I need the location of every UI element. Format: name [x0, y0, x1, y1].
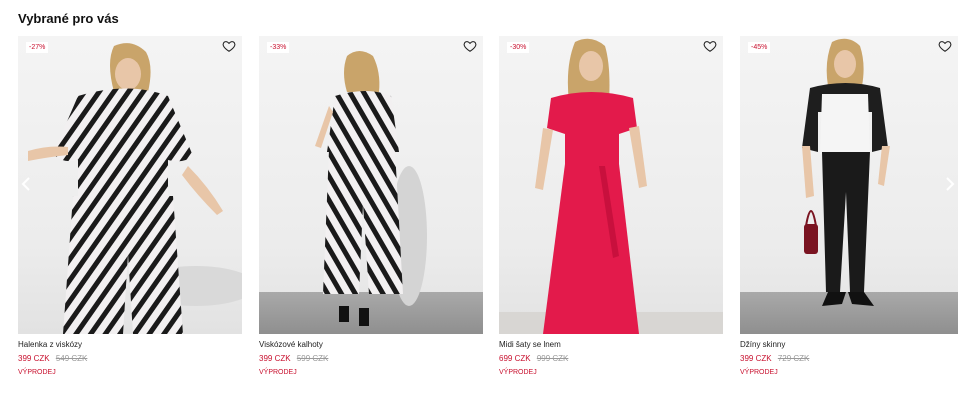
product-image[interactable]: -27% [18, 36, 242, 334]
original-price: 729 CZK [777, 354, 810, 363]
discount-badge: -27% [26, 42, 49, 53]
heart-icon[interactable] [938, 39, 952, 53]
product-name[interactable]: Viskózové kalhoty [259, 340, 483, 350]
heart-icon[interactable] [463, 39, 477, 53]
product-photo [535, 38, 647, 334]
sale-label: VÝPRODEJ [259, 369, 297, 376]
product-image[interactable]: -33% [259, 36, 483, 334]
product-card[interactable]: -45% Džíny skinny 399 CZK 729 CZK VÝPROD… [740, 36, 958, 377]
sale-label: VÝPRODEJ [18, 369, 56, 376]
sale-label: VÝPRODEJ [740, 369, 778, 376]
heart-icon[interactable] [703, 39, 717, 53]
product-name[interactable]: Džíny skinny [740, 340, 958, 350]
sale-price: 399 CZK [18, 354, 50, 363]
original-price: 999 CZK [536, 354, 569, 363]
discount-badge: -45% [748, 42, 771, 53]
section-title: Vybrané pro vás [18, 11, 119, 26]
product-name[interactable]: Halenka z viskózy [18, 340, 242, 350]
product-photo [315, 51, 427, 326]
product-photo [802, 38, 890, 306]
discount-badge: -33% [267, 42, 290, 53]
discount-badge: -30% [507, 42, 530, 53]
product-prices: 399 CZK 549 CZK [18, 354, 242, 364]
chevron-right-icon[interactable] [944, 176, 956, 192]
product-image[interactable]: -30% [499, 36, 723, 334]
heart-icon[interactable] [222, 39, 236, 53]
product-image[interactable]: -45% [740, 36, 958, 334]
sale-price: 399 CZK [740, 354, 772, 363]
original-price: 599 CZK [296, 354, 329, 363]
product-carousel: -27% Halenka z viskózy 399 CZK 549 CZK V… [18, 36, 963, 386]
chevron-left-icon[interactable] [20, 176, 32, 192]
sale-price: 399 CZK [259, 354, 291, 363]
product-card[interactable]: -30% Midi šaty se lnem 699 CZK 999 CZK V… [499, 36, 723, 377]
product-card[interactable]: -33% Viskózové kalhoty 399 CZK 599 CZK V… [259, 36, 483, 377]
sale-price: 699 CZK [499, 354, 531, 363]
product-prices: 399 CZK 729 CZK [740, 354, 958, 364]
product-prices: 699 CZK 999 CZK [499, 354, 723, 364]
original-price: 549 CZK [55, 354, 88, 363]
sale-label: VÝPRODEJ [499, 369, 537, 376]
product-name[interactable]: Midi šaty se lnem [499, 340, 723, 350]
product-card[interactable]: -27% Halenka z viskózy 399 CZK 549 CZK V… [18, 36, 242, 377]
product-prices: 399 CZK 599 CZK [259, 354, 483, 364]
product-photo [28, 43, 242, 334]
